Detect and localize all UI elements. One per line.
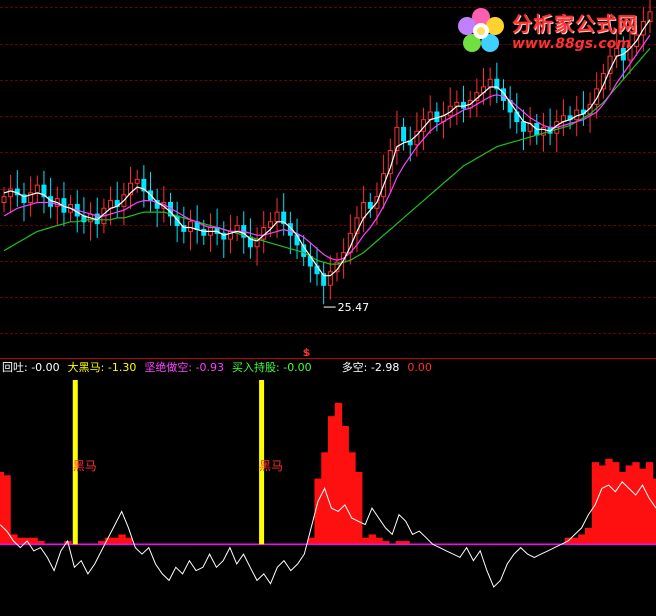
signal-label: 黑马	[73, 459, 97, 473]
legend-mairu-chigu: 买入持股: -0.00	[232, 361, 312, 377]
legend-label: 回吐:	[2, 361, 32, 374]
candle-body	[274, 211, 280, 223]
candle-body	[8, 188, 14, 198]
red-bar	[355, 472, 363, 545]
red-bar	[118, 534, 126, 545]
candle-body	[520, 121, 526, 132]
candle-body	[108, 200, 114, 209]
red-bar	[16, 537, 25, 545]
legend-red-value: 0.00	[407, 361, 432, 377]
red-bar	[571, 537, 579, 545]
ma-magenta-line	[3, 34, 651, 261]
indicator-chart: 黑马 黑马	[0, 380, 656, 588]
legend-label: 坚绝做空:	[144, 361, 196, 374]
red-bar	[639, 468, 647, 545]
red-bar	[598, 465, 606, 545]
legend-value: -0.00	[283, 361, 312, 374]
red-bar	[612, 462, 620, 545]
signal-label: 黑马	[259, 459, 283, 473]
flower-logo-icon	[458, 8, 504, 52]
candle-body	[134, 178, 140, 184]
red-bar	[328, 416, 336, 545]
red-bar	[632, 462, 640, 545]
legend-label: 买入持股:	[232, 361, 284, 374]
red-bar	[307, 537, 316, 545]
legend-daheima: 大黑马: -1.30	[68, 361, 137, 377]
red-bar	[578, 534, 586, 545]
legend-jianjue-zuokong: 坚绝做空: -0.93	[144, 361, 224, 377]
red-bar	[348, 452, 356, 545]
logo-title: 分析家公式网	[512, 12, 638, 36]
low-annotation-label: 25.47	[338, 301, 370, 314]
legend-duokong: 多空: -2.98	[342, 361, 400, 377]
logo-url: www.88gs.com	[512, 36, 631, 52]
site-logo: 分析家公式网 www.88gs.com	[452, 4, 652, 56]
legend-value: -0.93	[195, 361, 225, 374]
red-bar	[584, 527, 593, 545]
legend-label: 大黑马:	[67, 361, 108, 374]
red-bar	[104, 537, 113, 545]
panel-divider	[0, 358, 656, 359]
red-bar	[605, 458, 613, 545]
indicator-legend: 回吐: -0.00 大黑马: -1.30 坚绝做空: -0.93 买入持股: -…	[2, 361, 440, 377]
legend-value: -0.00	[31, 361, 60, 374]
red-bar	[361, 537, 370, 545]
legend-value: -2.98	[370, 361, 400, 374]
ma-white-line	[3, 19, 651, 277]
candle-body	[367, 201, 373, 209]
signal-marker: $	[303, 346, 311, 356]
red-bar	[10, 534, 18, 545]
candle-body	[267, 221, 273, 229]
red-bar	[3, 475, 11, 545]
candle-body	[34, 184, 40, 194]
red-bar	[111, 537, 119, 545]
candle-body	[234, 225, 240, 232]
candle-body	[401, 126, 407, 142]
chart-stage: 25.47 $ 回吐: -0.00 大黑马: -1.30 坚绝做空: -0.93 …	[0, 0, 656, 616]
red-bar	[125, 537, 133, 545]
legend-label: 多空:	[341, 361, 371, 374]
candle-body	[1, 196, 7, 203]
red-bar	[625, 465, 633, 545]
red-bar	[334, 403, 343, 545]
legend-huitu: 回吐: -0.00	[2, 361, 60, 377]
candle-body	[487, 78, 493, 88]
candle-body	[187, 221, 193, 232]
legend-value: -1.30	[107, 361, 137, 374]
red-bar	[375, 537, 383, 545]
candle-body	[427, 111, 433, 121]
ma-green-line	[3, 48, 651, 265]
red-bar	[30, 537, 38, 545]
red-bar	[652, 478, 656, 545]
red-bar	[341, 426, 349, 545]
red-bar	[368, 534, 376, 545]
legend-value: 0.00	[407, 361, 432, 374]
candle-body	[201, 228, 207, 236]
